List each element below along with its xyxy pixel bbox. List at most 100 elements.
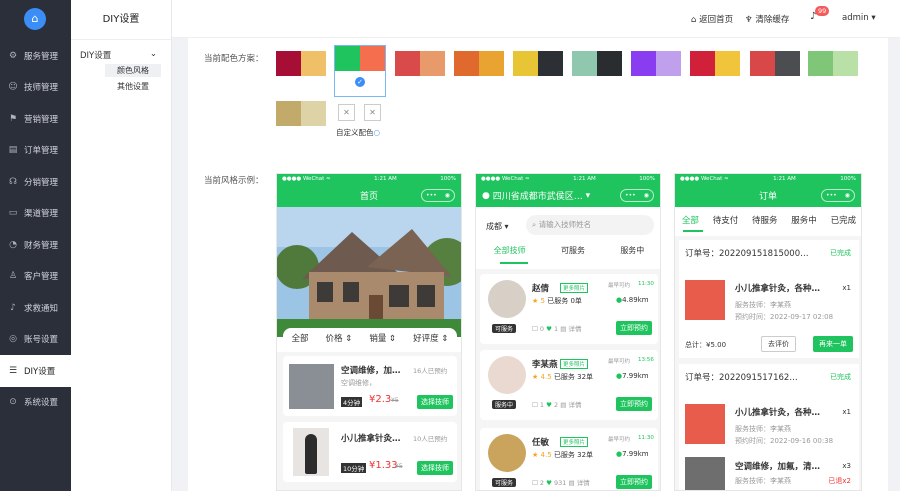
color-swatch[interactable] [276,51,326,76]
service-image [289,364,334,409]
status-bar: ●●●● WeChat ≈ 1:21 AM 100% [277,174,461,184]
clear-cache-link[interactable]: ♆ 清除缓存 [745,13,789,25]
home-link[interactable]: ⌂ 返回首页 [691,13,733,25]
sidebar-item[interactable]: ◎ 账号设置 [0,324,71,356]
menu-icon: ⊙ [9,397,17,408]
color-swatch[interactable] [572,51,622,76]
menu-icon: ▭ [8,208,18,219]
color-swatch[interactable] [631,51,681,76]
order-qty: x1 [842,284,851,292]
topbar [172,0,900,38]
tech-name: 李某燕 [532,360,558,370]
filter-tab[interactable]: 好评度 ⇕ [413,332,448,344]
service-item[interactable]: 空调维修，加… 16人已预约 空调维修， 4分钟 ¥2.3 ¥5 选择技师 [283,356,457,416]
order-tab[interactable]: 全部 [682,214,699,226]
distance-value: 4.89km [622,296,649,304]
order-card[interactable]: 订单号：202209151815000… 已完成 小儿推拿针灸，各种… x1 服… [679,240,859,358]
tech-name: 任敏 [532,438,550,448]
review-button[interactable]: 去评价 [761,336,796,352]
color-swatch[interactable] [513,51,563,76]
sidebar-item[interactable]: ☊ 分销管理 [0,166,71,198]
radio-icon: ○ [373,128,381,137]
tech-card[interactable]: 可服务 任敏 更多照片 最早可约 11:30 ★ 4.5 已服务 32单 ●7.99km ☐ … [480,428,658,490]
color-swatch[interactable] [690,51,740,76]
status-left: ●●●● WeChat ≈ [481,176,530,182]
earliest-time: 11:30 [638,281,654,287]
color-swatch[interactable] [808,51,858,76]
order-tab[interactable]: 待服务 [752,214,778,226]
comment-count: 2 [539,479,545,487]
order-qty: x3 [842,462,851,470]
color-swatch[interactable] [454,51,504,76]
sidebar-item[interactable]: ⚑ 营销管理 [0,103,71,135]
location-text[interactable]: 四川省成都市武侯区… [493,189,583,202]
reorder-button[interactable]: 再来一单 [813,336,853,352]
clear-cache-label: 清除缓存 [755,15,790,25]
sidebar-item[interactable]: ☺ 技师管理 [0,72,71,104]
more-photos-tag[interactable]: 更多照片 [560,437,589,447]
search-input[interactable]: ⌕ 请输入技师姓名 [526,215,654,235]
status-time: 1:21 AM [374,176,397,182]
service-item[interactable]: 小儿推拿针灸… 10人已预约 10分钟 ¥1.33 ¥5 选择技师 [283,422,457,482]
search-placeholder: 请输入技师姓名 [538,220,592,229]
sidebar-item[interactable]: ▭ 渠道管理 [0,198,71,230]
capsule-menu[interactable]: ••• ◉ [620,189,654,202]
target-icon: ◉ [844,192,850,199]
tech-card[interactable]: 可服务 赵倩 更多照片 最早可约 11:30 ★ 5 已服务 0单 ●4.89km ☐ 0 ♥… [480,274,658,344]
nav-title: 订单 [758,192,777,202]
detail-icon: ▤ [568,479,575,487]
submenu-item-other-settings[interactable]: 其他设置 [105,80,161,93]
filter-tab[interactable]: 价格 ⇕ [326,332,353,344]
star-icon: ★ [532,297,539,305]
custom-color-1[interactable]: ✕ [338,104,355,121]
sidebar-item[interactable]: ⚙ 服务管理 [0,40,71,72]
more-icon: ••• [426,192,437,199]
sidebar-item-label: 服务管理 [24,51,59,62]
order-tab[interactable]: 服务中 [791,214,817,226]
sidebar-item[interactable]: ◔ 财务管理 [0,229,71,261]
order-card[interactable]: 订单号：2022091517162… 已完成 小儿推拿针灸，各种… x1 服务技… [679,364,859,490]
more-photos-tag[interactable]: 更多照片 [560,359,589,369]
color-swatch[interactable] [395,51,445,76]
order-refund: 已退x2 [828,477,851,485]
sidebar-item[interactable]: ♪ 求救通知 [0,292,71,324]
color-swatch[interactable] [750,51,800,76]
custom-color-2[interactable]: ✕ [364,104,381,121]
order-list: 订单号：202209151815000… 已完成 小儿推拿针灸，各种… x1 服… [675,236,861,490]
submenu-group[interactable]: DIY设置 ⌄ [71,40,171,61]
sidebar-item[interactable]: ☰ DIY设置 [0,355,71,387]
order-tab[interactable]: 已完成 [831,214,857,226]
notification-badge: 99 [815,6,830,16]
filter-tab[interactable]: 销量 ⇕ [369,332,396,344]
menu-icon: ☺ [8,82,18,93]
user-menu[interactable]: admin ▾ [842,13,876,23]
sidebar-item[interactable]: ⊙ 系统设置 [0,387,71,419]
choose-tech-button[interactable]: 选择技师 [417,461,453,475]
book-now-button[interactable]: 立即预约 [616,321,652,335]
service-name: 空调维修，加… [341,366,401,376]
tech-tab[interactable]: 可服务 [561,245,585,256]
capsule-menu[interactable]: ••• ◉ [421,189,455,202]
order-tab[interactable]: 待支付 [713,214,739,226]
book-now-button[interactable]: 立即预约 [616,475,652,489]
more-photos-tag[interactable]: 更多照片 [560,283,589,293]
submenu-title: DIY设置 [71,0,171,40]
color-swatch[interactable] [276,101,326,126]
choose-tech-button[interactable]: 选择技师 [417,395,453,409]
color-swatch[interactable]: ✓ [334,45,386,97]
sidebar-item[interactable]: ♙ 客户管理 [0,261,71,293]
detail-label: 详情 [576,479,590,487]
distance: ●7.99km [616,450,649,458]
sidebar-item[interactable]: ▤ 订单管理 [0,135,71,167]
book-now-button[interactable]: 立即预约 [616,397,652,411]
status-bar: ●●●● WeChat ≈ 1:21 AM 100% [675,174,861,184]
tech-tab[interactable]: 全部技师 [494,245,526,256]
custom-color-label[interactable]: 自定义配色○ [336,127,380,138]
tech-tab[interactable]: 服务中 [620,245,644,256]
sidebar-item-label: 分销管理 [24,177,59,188]
tech-card[interactable]: 服务中 李某燕 更多照片 最早可约 13:56 ★ 4.5 已服务 32单 ●7.99km ☐… [480,350,658,420]
filter-tab[interactable]: 全部 [292,332,309,344]
submenu-item-color-style[interactable]: 颜色风格 [105,64,161,77]
capsule-menu[interactable]: ••• ◉ [821,189,855,202]
city-select[interactable]: 成都 ▾ [486,221,509,232]
